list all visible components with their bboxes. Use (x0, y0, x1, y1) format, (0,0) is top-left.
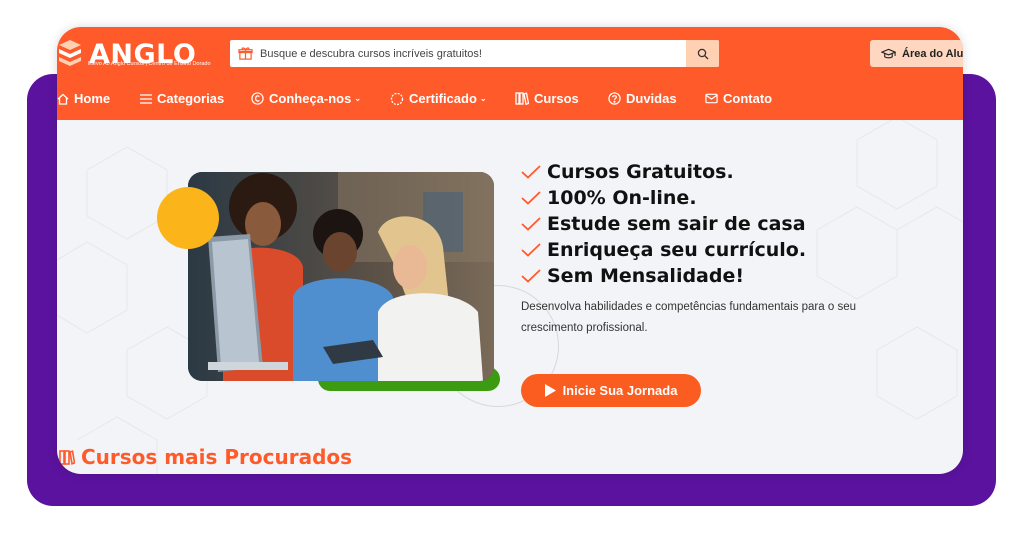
feature-item: Estude sem sair de casa (521, 211, 806, 237)
menu-icon (140, 93, 152, 104)
student-area-button[interactable]: Área do Aluno (870, 40, 963, 67)
feature-item: Sem Mensalidade! (521, 263, 806, 289)
nav-item-conheca-nos[interactable]: Conheça-nos ⌄ (251, 91, 361, 106)
feature-text: Enriqueça seu currículo. (547, 239, 807, 261)
feature-text: Cursos Gratuitos. (547, 161, 734, 183)
students-at-computer-illustration (188, 172, 494, 381)
feature-text: 100% On-line. (547, 187, 697, 209)
check-icon (521, 191, 541, 205)
website-screenshot-card: ANGLO Elevo Ao Anglo Cursos | Centro de … (57, 27, 963, 474)
search-bar (230, 40, 719, 67)
copyright-icon (251, 92, 264, 105)
graduation-cap-icon (881, 48, 896, 60)
books-icon (515, 92, 529, 105)
logo-book-icon (57, 39, 83, 69)
search-icon (697, 48, 709, 60)
gift-icon (230, 46, 260, 61)
logo-tagline: Elevo Ao Anglo Cursos | Centro de Ensino… (88, 61, 211, 67)
play-icon (544, 384, 556, 397)
mail-icon (705, 93, 718, 104)
chevron-down-icon: ⌄ (354, 94, 362, 103)
question-icon (608, 92, 621, 105)
check-icon (521, 243, 541, 257)
check-icon (521, 269, 541, 283)
check-icon (521, 165, 541, 179)
nav-item-duvidas[interactable]: Duvidas (608, 91, 677, 106)
nav-item-home[interactable]: Home (57, 91, 110, 106)
nav-item-cursos[interactable]: Cursos (515, 91, 579, 106)
nav-label-duvidas: Duvidas (626, 91, 677, 106)
feature-list: Cursos Gratuitos. 100% On-line. Estude s… (521, 159, 806, 289)
hero-photo (188, 172, 494, 381)
nav-item-certificado[interactable]: Certificado ⌄ (390, 91, 487, 106)
nav-label-certificado: Certificado (409, 91, 477, 106)
popular-courses-title: Cursos mais Procurados (81, 445, 353, 469)
search-input[interactable] (260, 47, 686, 60)
feature-item: 100% On-line. (521, 185, 806, 211)
nav-label-contato: Contato (723, 91, 773, 106)
start-journey-label: Inicie Sua Jornada (562, 383, 678, 398)
certificate-icon (390, 92, 404, 106)
feature-item: Cursos Gratuitos. (521, 159, 806, 185)
nav-item-categorias[interactable]: Categorias (140, 91, 224, 106)
books-icon (59, 449, 75, 465)
decorative-yellow-circle (157, 187, 219, 249)
nav-label-home: Home (74, 91, 111, 106)
hero-description: Desenvolva habilidades e competências fu… (521, 301, 856, 334)
search-button[interactable] (686, 40, 719, 67)
feature-item: Enriqueça seu currículo. (521, 237, 806, 263)
nav-label-conheca-nos: Conheça-nos (269, 91, 352, 106)
nav-label-categorias: Categorias (157, 91, 225, 106)
nav-label-cursos: Cursos (534, 91, 579, 106)
feature-text: Estude sem sair de casa (547, 213, 806, 235)
check-icon (521, 217, 541, 231)
start-journey-button[interactable]: Inicie Sua Jornada (521, 374, 701, 407)
student-area-label: Área do Aluno (902, 47, 963, 60)
nav-item-contato[interactable]: Contato (705, 91, 772, 106)
feature-text: Sem Mensalidade! (547, 265, 745, 287)
popular-courses-heading: Cursos mais Procurados (59, 445, 352, 469)
home-icon (57, 93, 69, 105)
chevron-down-icon: ⌄ (479, 94, 487, 103)
header-bar: ANGLO Elevo Ao Anglo Cursos | Centro de … (57, 27, 963, 120)
